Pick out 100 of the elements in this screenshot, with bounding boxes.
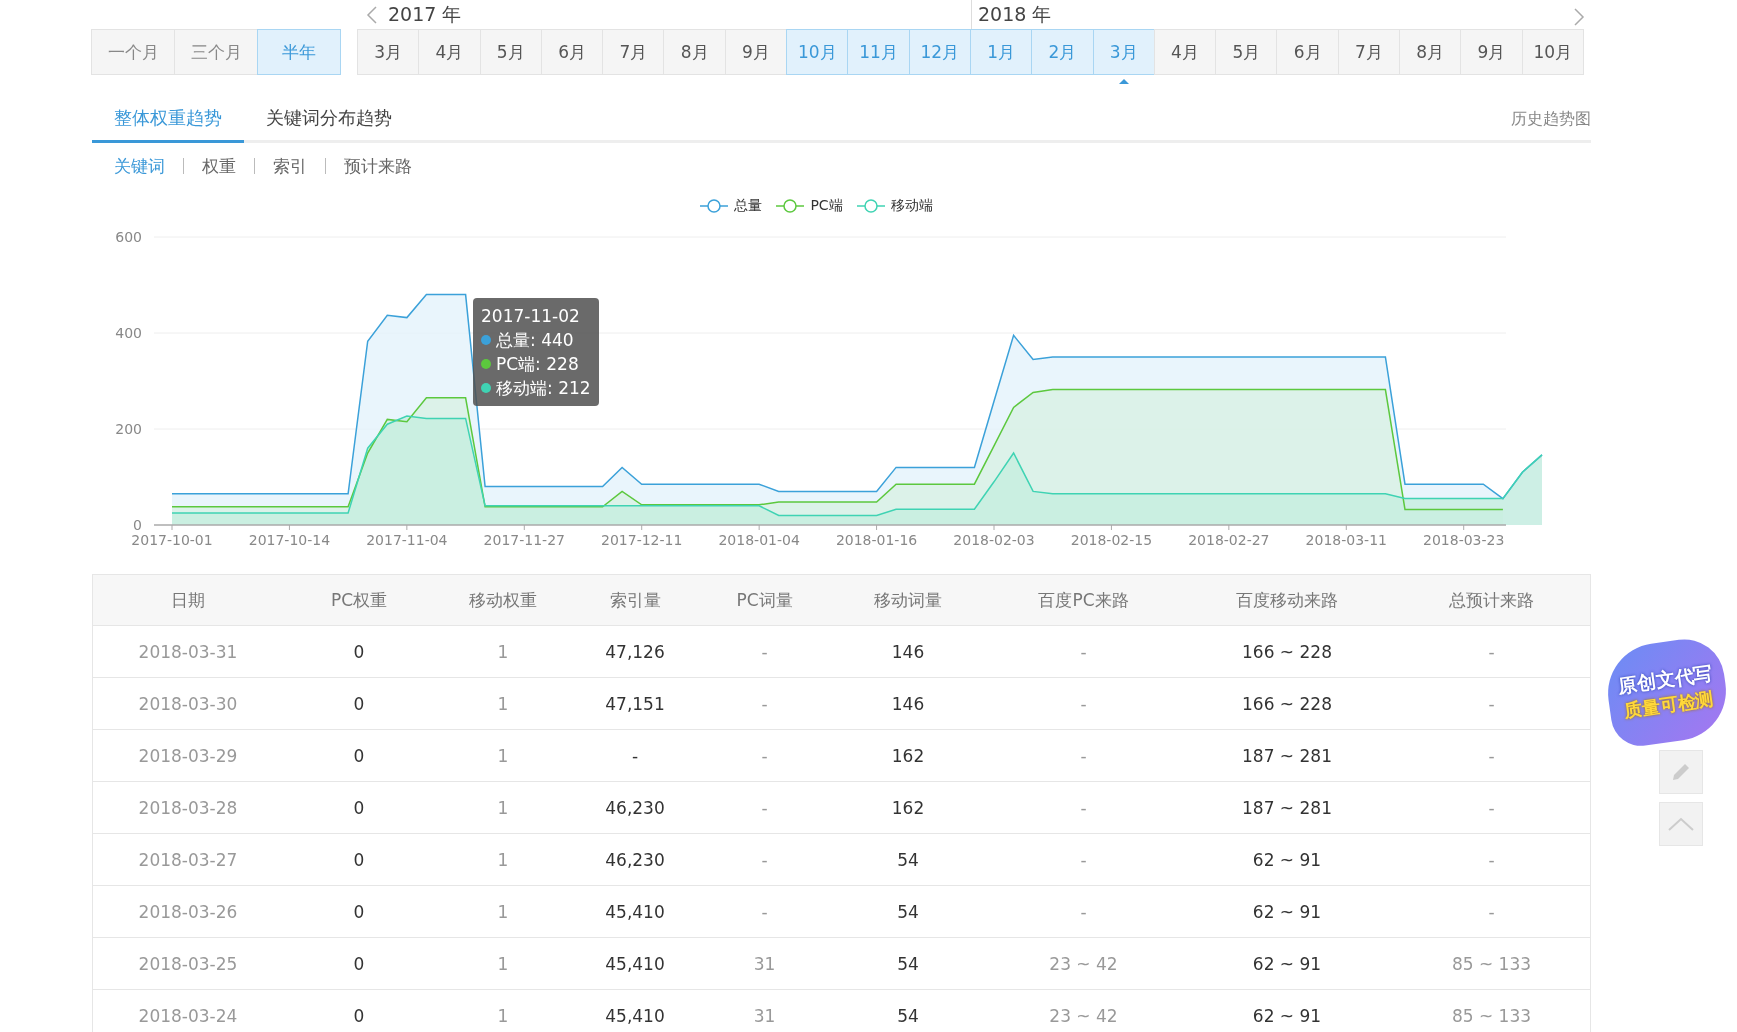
table-cell-text: 54: [896, 900, 920, 924]
table-cell-text: 0: [352, 1004, 366, 1028]
table-cell-text: 54: [896, 1004, 920, 1028]
table-cell-text: 62 ~ 91: [1251, 848, 1323, 872]
month-button[interactable]: 9月: [724, 29, 788, 75]
month-button[interactable]: 7月: [602, 29, 665, 75]
column-header: PC权重: [329, 588, 389, 612]
table-cell-text: 0: [352, 744, 366, 768]
table-cell-text: -: [1487, 848, 1496, 872]
table-cell-text: 2018-03-31: [137, 640, 239, 664]
table-cell-text: 1: [496, 744, 510, 768]
table-cell-text: 31: [752, 952, 777, 976]
chevron-right-icon[interactable]: [1573, 8, 1585, 26]
pencil-icon: [1670, 761, 1692, 783]
table-cell-text: 54: [896, 952, 920, 976]
table-cell-text: 0: [352, 796, 366, 820]
month-button[interactable]: 4月: [418, 29, 481, 75]
column-header: PC词量: [735, 588, 794, 612]
table-cell-text: 2018-03-29: [137, 744, 239, 768]
column-header: 日期: [170, 588, 206, 612]
table-cell-text: 45,410: [604, 900, 666, 924]
legend-marker-icon: [856, 199, 885, 213]
column-header: 总预计来路: [1448, 588, 1535, 612]
table-cell-text: 2018-03-26: [137, 900, 239, 924]
table-cell-text: 46,230: [604, 848, 666, 872]
table-cell-text: 23 ~ 42: [1048, 1004, 1119, 1028]
table-cell-text: 166 ~ 228: [1241, 640, 1333, 664]
table-cell-text: 146: [890, 640, 926, 664]
legend-item[interactable]: PC端: [776, 197, 843, 215]
edit-button[interactable]: [1659, 750, 1703, 794]
table-cell-text: 1: [496, 1004, 510, 1028]
legend-item[interactable]: 移动端: [856, 197, 933, 215]
table-cell-text: -: [1487, 796, 1496, 820]
table-cell-text: -: [1487, 900, 1496, 924]
table-cell-text: 0: [352, 848, 366, 872]
axis-label: 2018-01-16: [835, 532, 918, 548]
table-cell-text: 162: [890, 796, 926, 820]
month-button[interactable]: 5月: [1215, 29, 1278, 75]
month-button[interactable]: 10月: [1521, 29, 1584, 75]
table-cell-text: -: [760, 796, 769, 820]
table-cell-text: -: [1487, 640, 1496, 664]
axis-label: 2017-12-11: [601, 532, 683, 548]
table-cell-text: -: [1487, 744, 1496, 768]
tooltip-value: 总量: 440: [496, 329, 574, 352]
sub-tab[interactable]: 权重: [202, 154, 236, 178]
table-cell-text: -: [1079, 744, 1088, 768]
tab[interactable]: 关键词分布趋势: [244, 95, 414, 143]
table-cell-text: -: [630, 744, 640, 768]
sub-tab[interactable]: 预计来路: [344, 154, 412, 178]
chevron-left-icon[interactable]: [366, 5, 378, 24]
table-cell-text: 1: [496, 900, 510, 924]
table-cell-text: -: [760, 744, 769, 768]
month-button[interactable]: 9月: [1460, 29, 1523, 75]
table-cell-text: 187 ~ 281: [1241, 796, 1333, 820]
column-header: 百度移动来路: [1235, 588, 1339, 612]
column-header: 索引量: [608, 588, 662, 612]
axis-label: 400: [115, 325, 142, 341]
table-cell-text: -: [760, 640, 769, 664]
legend-marker-icon: [776, 199, 805, 213]
month-button[interactable]: 4月: [1153, 29, 1217, 75]
legend-item[interactable]: 总量: [700, 197, 763, 215]
table-cell-text: 0: [352, 640, 366, 664]
month-button[interactable]: 7月: [1337, 29, 1401, 75]
year-label: 2018 年: [977, 1, 1052, 27]
table-cell-text: -: [1079, 796, 1088, 820]
table-cell-text: -: [1079, 640, 1088, 664]
table-cell-text: 1: [496, 692, 510, 716]
column-header: 移动权重: [468, 588, 538, 612]
table-cell-text: 187 ~ 281: [1241, 744, 1333, 768]
table-cell-text: 23 ~ 42: [1048, 952, 1119, 976]
table-cell-text: 62 ~ 91: [1251, 900, 1323, 924]
table-cell-text: 0: [352, 900, 366, 924]
table-cell-text: 54: [896, 848, 920, 872]
month-button[interactable]: 8月: [663, 29, 726, 75]
table-cell-text: 0: [352, 952, 366, 976]
table-cell-text: 45,410: [604, 952, 666, 976]
column-header: 百度PC来路: [1037, 588, 1130, 612]
back-to-top-button[interactable]: [1659, 802, 1703, 846]
chevron-up-icon: [1668, 817, 1694, 831]
table-cell-text: 1: [496, 640, 510, 664]
table-cell-text: -: [1079, 848, 1088, 872]
month-button[interactable]: 3月: [357, 29, 420, 75]
axis-label: 2017-10-14: [248, 532, 331, 548]
history-link[interactable]: 历史趋势图: [1511, 109, 1591, 140]
year-label: 2017 年: [388, 1, 462, 27]
month-button[interactable]: 5月: [479, 29, 542, 75]
axis-label: 600: [115, 229, 142, 245]
month-button[interactable]: 6月: [1276, 29, 1339, 75]
table-cell-text: 2018-03-24: [137, 1004, 239, 1028]
sub-tab[interactable]: 索引: [273, 154, 307, 178]
table-cell-text: 62 ~ 91: [1251, 952, 1323, 976]
table-cell-text: 46,230: [604, 796, 666, 820]
table-cell-text: 2018-03-30: [137, 692, 239, 716]
month-button[interactable]: 6月: [540, 29, 604, 75]
month-button[interactable]: 8月: [1399, 29, 1462, 75]
table-cell-text: -: [760, 692, 769, 716]
table-cell-text: 2018-03-27: [137, 848, 239, 872]
table-cell-text: 47,151: [604, 692, 666, 716]
axis-label: 2017-11-27: [483, 532, 565, 548]
table-cell-text: 47,126: [604, 640, 666, 664]
